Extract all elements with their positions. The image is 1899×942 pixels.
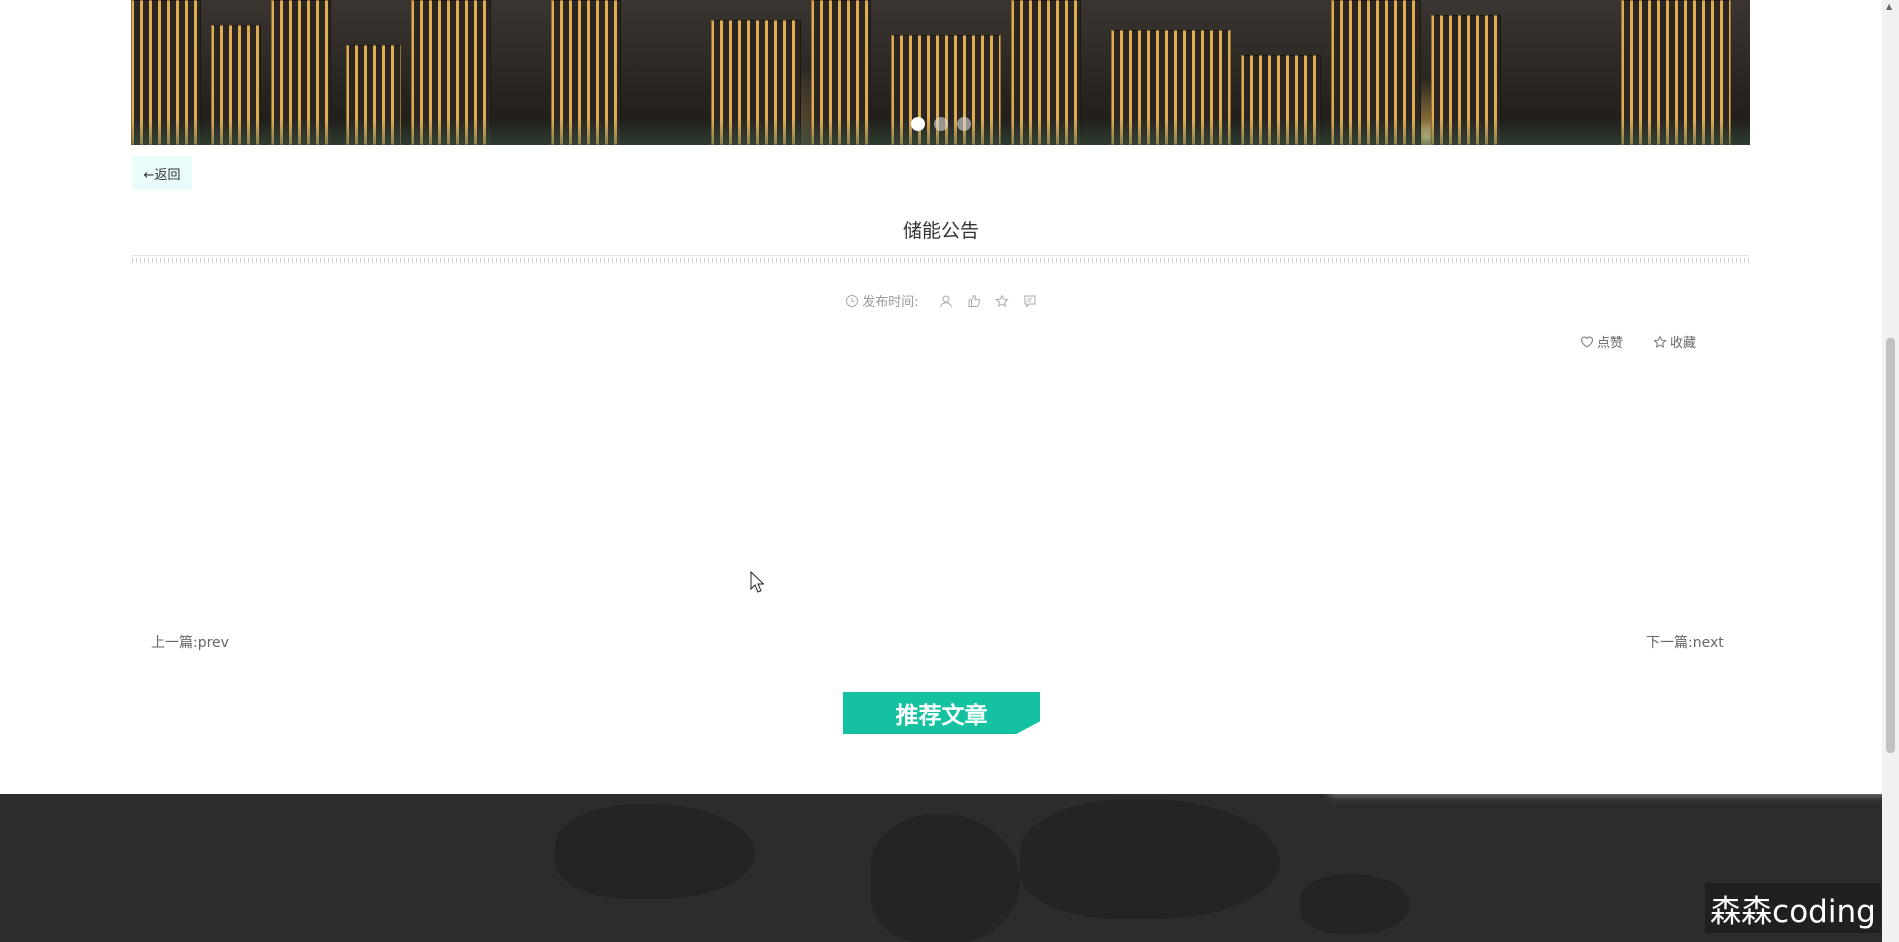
page-title: 储能公告 bbox=[902, 220, 979, 242]
mouse-cursor-icon bbox=[750, 570, 765, 597]
next-article-link[interactable]: 下一篇:next bbox=[1646, 632, 1724, 652]
title-divider bbox=[132, 255, 1749, 264]
prev-article-link[interactable]: 上一篇:prev bbox=[151, 632, 229, 652]
carousel-dot-1[interactable] bbox=[910, 117, 925, 131]
thumb-up-icon bbox=[967, 294, 981, 308]
back-button-label: ←返回 bbox=[143, 167, 181, 183]
recommended-articles-heading: 推荐文章 bbox=[843, 692, 1040, 734]
user-icon bbox=[939, 294, 953, 308]
banner-carousel[interactable] bbox=[131, 0, 1750, 145]
article-meta: 发布时间: bbox=[0, 291, 1882, 310]
scroll-up-arrow-icon[interactable]: ▲ bbox=[1886, 2, 1892, 11]
scrollbar-thumb[interactable] bbox=[1886, 338, 1895, 753]
comment-icon bbox=[1023, 294, 1037, 308]
carousel-dot-3[interactable] bbox=[956, 117, 971, 131]
clock-icon bbox=[845, 294, 859, 308]
heart-icon bbox=[1580, 335, 1594, 349]
overlay-fade bbox=[1329, 779, 1899, 799]
like-button[interactable]: 点赞 bbox=[1580, 332, 1623, 351]
footer bbox=[0, 794, 1899, 942]
watermark: 森森coding bbox=[1705, 883, 1881, 933]
page-scrollbar[interactable]: ▲ bbox=[1882, 0, 1899, 942]
like-label: 点赞 bbox=[1597, 336, 1624, 351]
star-outline-icon bbox=[1653, 334, 1667, 349]
favorite-label: 收藏 bbox=[1670, 336, 1697, 351]
favorite-button[interactable]: 收藏 bbox=[1653, 332, 1696, 351]
carousel-dot-2[interactable] bbox=[933, 117, 948, 131]
publish-time-label: 发布时间: bbox=[862, 295, 919, 310]
star-icon bbox=[995, 293, 1009, 308]
carousel-indicators bbox=[910, 117, 971, 131]
publish-time: 发布时间: bbox=[845, 291, 919, 310]
back-button[interactable]: ←返回 bbox=[132, 156, 192, 190]
